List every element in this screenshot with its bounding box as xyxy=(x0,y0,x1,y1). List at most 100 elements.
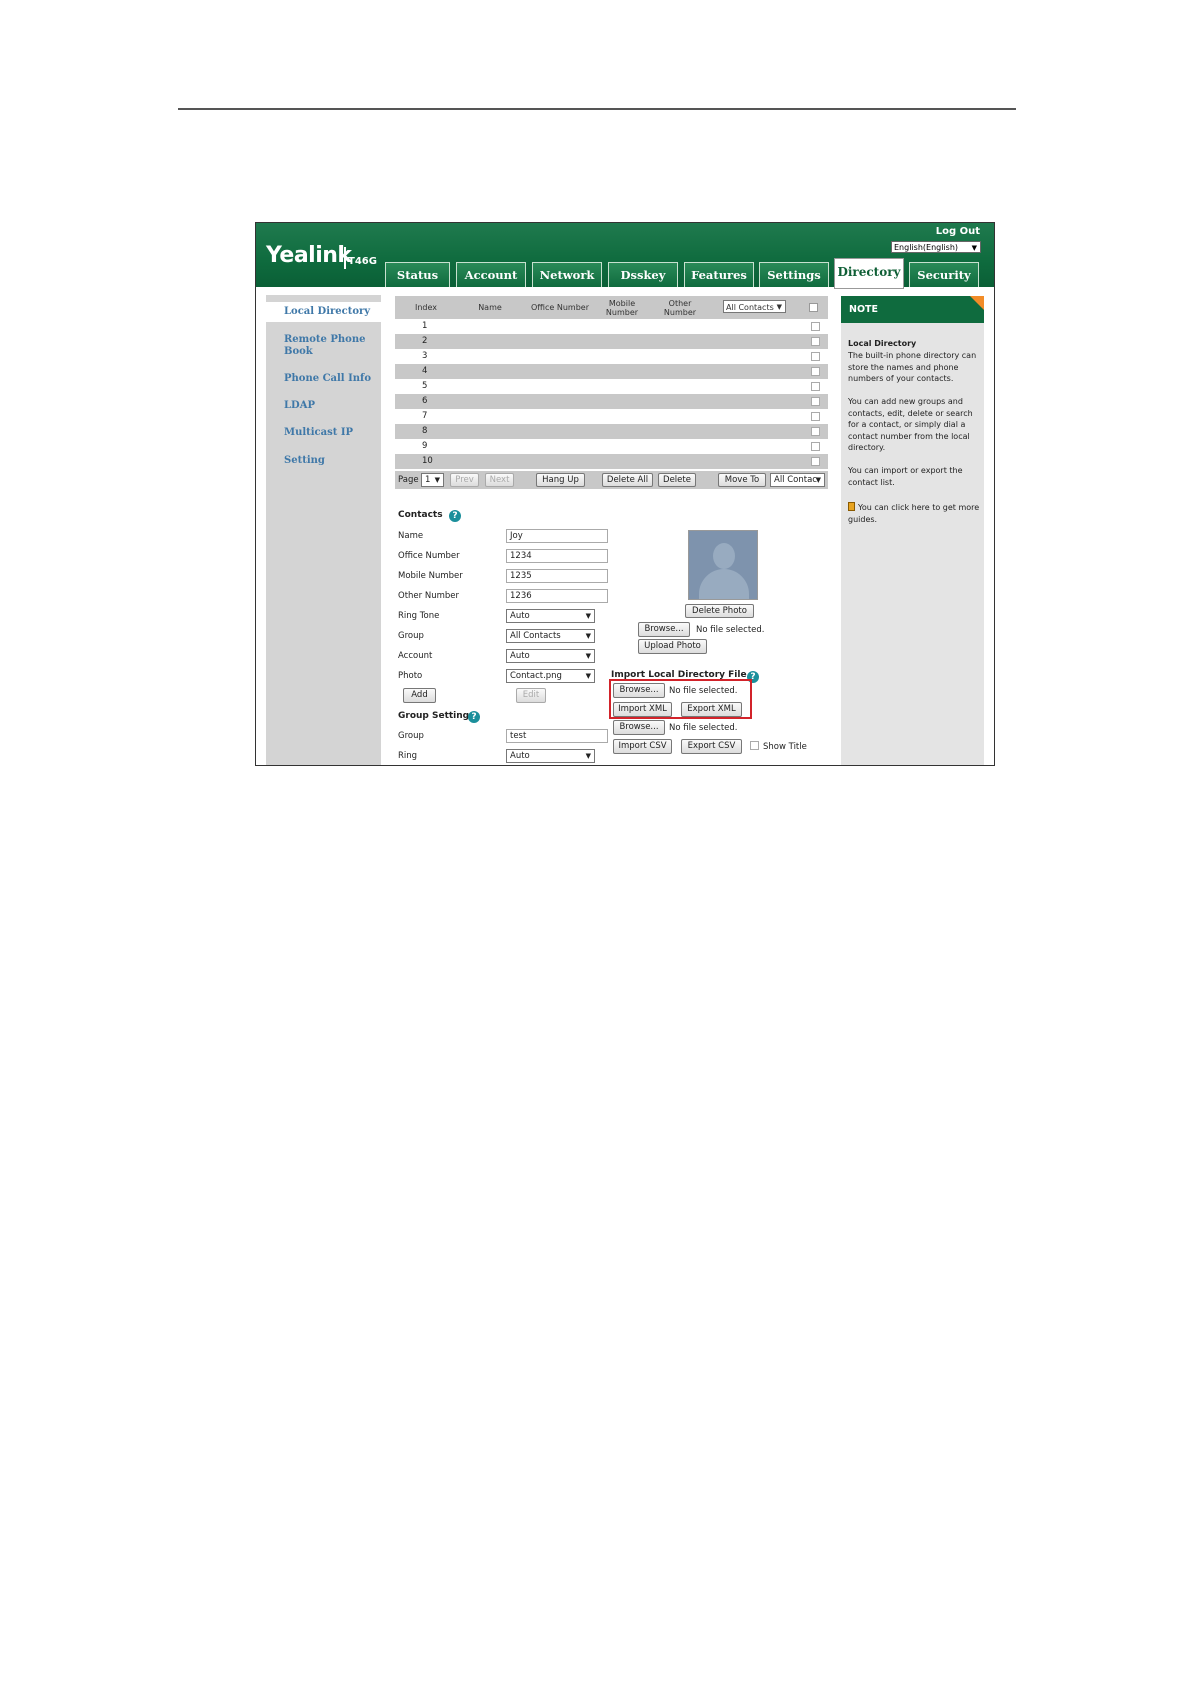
group-select[interactable]: All Contacts ▼ xyxy=(506,629,595,643)
account-label: Account xyxy=(398,651,433,661)
logo-separator xyxy=(344,247,346,269)
contacts-filter-select[interactable]: All Contacts ▼ xyxy=(723,300,786,313)
sidebar: Local Directory Remote Phone Book Phone … xyxy=(266,295,381,765)
prev-button[interactable]: Prev xyxy=(450,473,479,487)
row-checkbox[interactable] xyxy=(811,322,820,331)
row-checkbox[interactable] xyxy=(811,457,820,466)
add-button[interactable]: Add xyxy=(403,688,436,703)
sidebar-item-ldap[interactable]: LDAP xyxy=(266,400,381,412)
delete-button[interactable]: Delete xyxy=(658,473,696,487)
delete-photo-button[interactable]: Delete Photo xyxy=(685,604,754,618)
table-row[interactable]: 5 xyxy=(395,379,828,394)
csv-browse-button[interactable]: Browse... xyxy=(613,720,665,735)
chevron-down-icon: ▼ xyxy=(815,476,821,484)
sidebar-item-multicast-ip[interactable]: Multicast IP xyxy=(266,427,381,439)
tab-status[interactable]: Status xyxy=(385,262,450,287)
note-paragraph-4: You can click here to get more guides. xyxy=(848,503,980,524)
row-checkbox[interactable] xyxy=(811,382,820,391)
row-index: 1 xyxy=(422,321,428,331)
table-row[interactable]: 1 xyxy=(395,319,828,334)
group-setting-title: Group Setting xyxy=(398,711,470,721)
photo-file-status: No file selected. xyxy=(696,625,765,635)
table-header: Index Name Office Number Mobile Number O… xyxy=(395,296,828,319)
export-csv-button[interactable]: Export CSV xyxy=(681,739,742,754)
language-select[interactable]: English(English) ▼ xyxy=(891,241,981,253)
help-icon[interactable]: ? xyxy=(449,510,461,522)
table-row[interactable]: 7 xyxy=(395,409,828,424)
tab-dsskey[interactable]: Dsskey xyxy=(608,262,678,287)
chevron-down-icon: ▼ xyxy=(585,612,591,620)
group-value: All Contacts xyxy=(510,631,561,641)
page-header-rule xyxy=(178,108,1016,110)
chevron-down-icon: ▼ xyxy=(971,244,977,252)
edit-button[interactable]: Edit xyxy=(516,688,546,703)
csv-file-status: No file selected. xyxy=(669,723,738,733)
hang-up-button[interactable]: Hang Up xyxy=(536,473,585,487)
sidebar-item-local-directory[interactable]: Local Directory xyxy=(266,302,381,322)
page-select[interactable]: 1 ▼ xyxy=(421,473,444,487)
group-ring-select[interactable]: Auto ▼ xyxy=(506,749,595,763)
chevron-down-icon: ▼ xyxy=(585,632,591,640)
name-field[interactable]: Joy xyxy=(506,529,608,543)
sidebar-item-setting[interactable]: Setting xyxy=(266,455,381,467)
note-title: NOTE xyxy=(841,296,984,323)
table-row[interactable]: 4 xyxy=(395,364,828,379)
move-target-select[interactable]: All Contac ▼ xyxy=(770,473,825,487)
chevron-down-icon: ▼ xyxy=(585,752,591,760)
upload-photo-button[interactable]: Upload Photo xyxy=(638,639,707,654)
row-index: 6 xyxy=(422,396,428,406)
row-checkbox[interactable] xyxy=(811,397,820,406)
import-csv-button[interactable]: Import CSV xyxy=(613,739,672,754)
show-title-checkbox[interactable] xyxy=(750,741,759,750)
row-checkbox[interactable] xyxy=(811,427,820,436)
col-index: Index xyxy=(414,303,438,312)
tab-settings[interactable]: Settings xyxy=(759,262,829,287)
col-other-number: Other Number xyxy=(663,298,697,317)
account-select[interactable]: Auto ▼ xyxy=(506,649,595,663)
office-number-field[interactable]: 1234 xyxy=(506,549,608,563)
tab-account[interactable]: Account xyxy=(456,262,526,287)
move-to-button[interactable]: Move To xyxy=(718,473,766,487)
row-checkbox[interactable] xyxy=(811,352,820,361)
table-row[interactable]: 9 xyxy=(395,439,828,454)
row-checkbox[interactable] xyxy=(811,367,820,376)
logout-link[interactable]: Log Out xyxy=(936,226,980,237)
group-label: Group xyxy=(398,631,424,641)
help-icon[interactable]: ? xyxy=(468,711,480,723)
select-all-checkbox[interactable] xyxy=(809,303,818,312)
photo-browse-button[interactable]: Browse... xyxy=(638,622,690,637)
photo-select[interactable]: Contact.png ▼ xyxy=(506,669,595,683)
model-label: T46G xyxy=(348,256,377,267)
ring-tone-label: Ring Tone xyxy=(398,611,440,621)
tab-security[interactable]: Security xyxy=(909,262,979,287)
ring-tone-select[interactable]: Auto ▼ xyxy=(506,609,595,623)
sidebar-item-remote-phone-book[interactable]: Remote Phone Book xyxy=(266,334,381,358)
next-button[interactable]: Next xyxy=(485,473,514,487)
other-number-field[interactable]: 1236 xyxy=(506,589,608,603)
web-ui-screenshot: Yealink T46G Log Out English(English) ▼ … xyxy=(255,222,995,766)
table-row[interactable]: 8 xyxy=(395,424,828,439)
contact-photo xyxy=(688,530,758,600)
tab-network[interactable]: Network xyxy=(532,262,602,287)
delete-all-button[interactable]: Delete All xyxy=(602,473,653,487)
chevron-down-icon: ▼ xyxy=(776,303,782,311)
group-ring-value: Auto xyxy=(510,751,530,761)
mobile-number-label: Mobile Number xyxy=(398,571,463,581)
table-row[interactable]: 6 xyxy=(395,394,828,409)
mobile-number-field[interactable]: 1235 xyxy=(506,569,608,583)
sidebar-item-phone-call-info[interactable]: Phone Call Info xyxy=(266,373,381,385)
table-row[interactable]: 10 xyxy=(395,454,828,469)
row-checkbox[interactable] xyxy=(811,412,820,421)
tab-directory[interactable]: Directory xyxy=(834,258,904,289)
col-office-number: Office Number xyxy=(530,303,590,312)
account-value: Auto xyxy=(510,651,530,661)
tab-features[interactable]: Features xyxy=(684,262,754,287)
group-name-field[interactable]: test xyxy=(506,729,608,743)
row-index: 3 xyxy=(422,351,428,361)
row-checkbox[interactable] xyxy=(811,337,820,346)
note-paragraph-3: You can import or export the contact lis… xyxy=(848,466,963,487)
note-guide-link[interactable]: You can click here to get more guides. xyxy=(848,502,980,525)
row-checkbox[interactable] xyxy=(811,442,820,451)
table-row[interactable]: 2 xyxy=(395,334,828,349)
table-row[interactable]: 3 xyxy=(395,349,828,364)
